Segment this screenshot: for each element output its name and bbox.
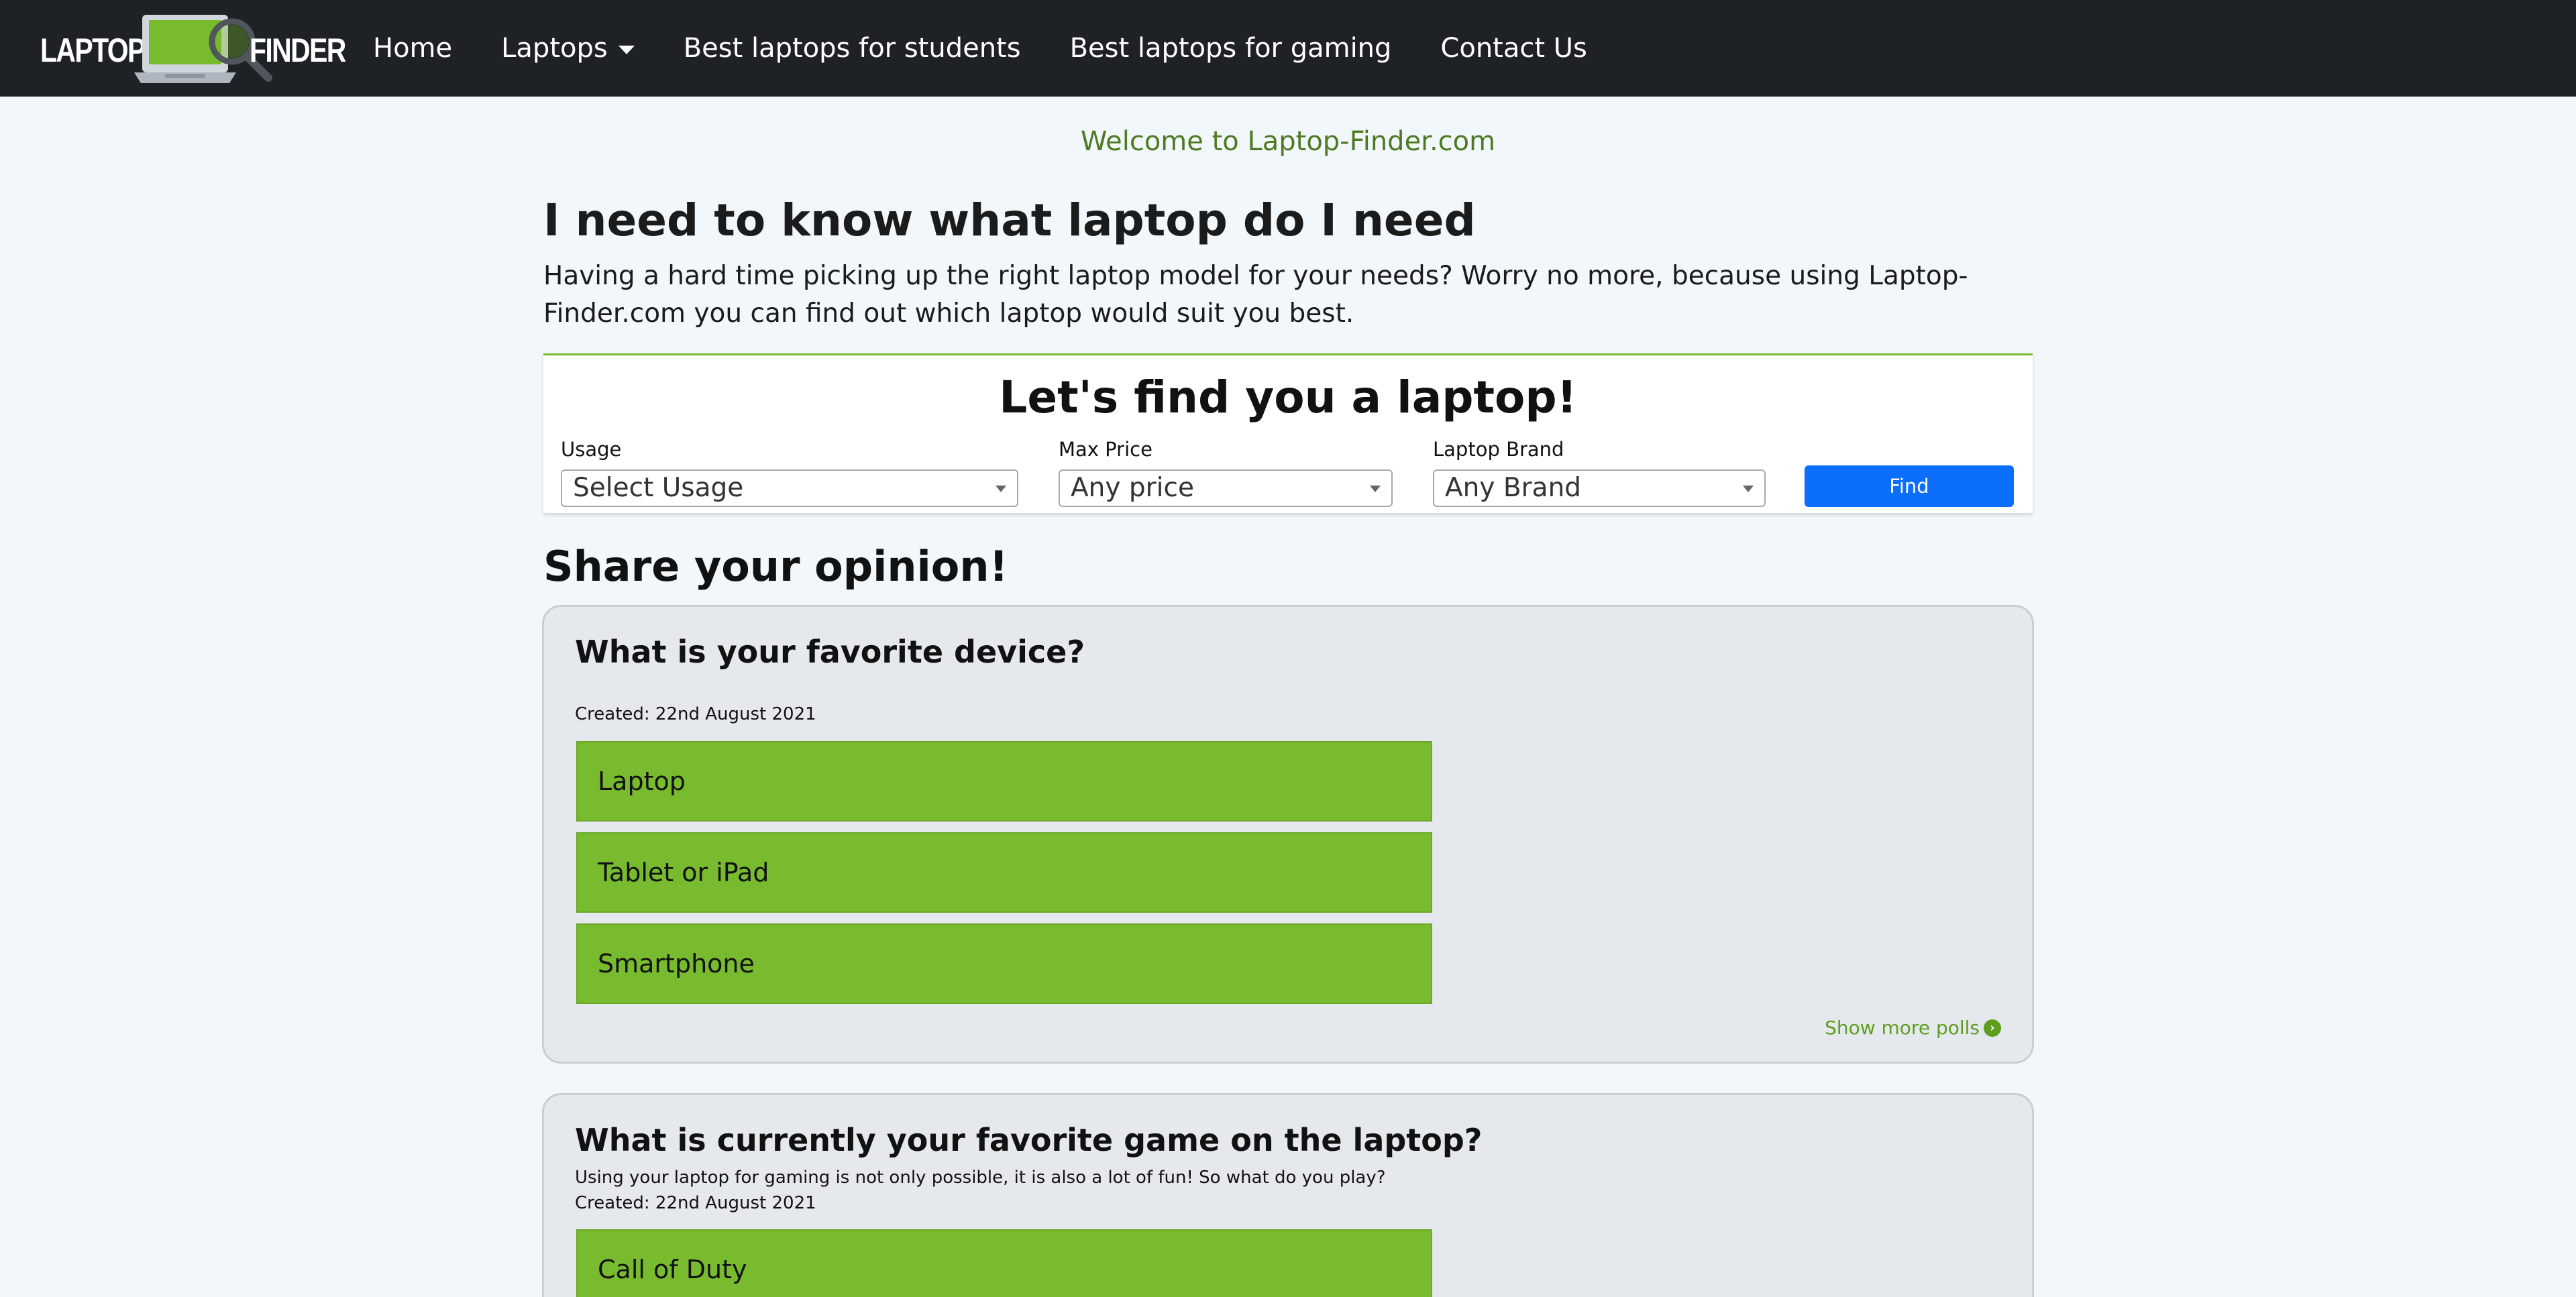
select-arrow-icon xyxy=(1370,486,1381,492)
poll-created-date: Created: 22nd August 2021 xyxy=(575,704,816,724)
chevron-circle-right-icon: › xyxy=(1984,1019,2001,1037)
poll-option-call-of-duty[interactable]: Call of Duty xyxy=(576,1229,1432,1297)
nav-home-label: Home xyxy=(373,33,453,64)
poll-card: What is currently your favorite game on … xyxy=(542,1093,2034,1297)
max-price-label: Max Price xyxy=(1059,438,1152,461)
page-title: I need to know what laptop do I need xyxy=(543,194,1476,246)
show-more-polls-link[interactable]: Show more polls › xyxy=(1825,1017,2001,1039)
intro-paragraph: Having a hard time picking up the right … xyxy=(543,261,1968,329)
poll-option-tablet[interactable]: Tablet or iPad xyxy=(576,832,1432,913)
poll-title: What is currently your favorite game on … xyxy=(575,1122,1483,1158)
nav-links: Home Laptops Best laptops for students B… xyxy=(373,0,1636,97)
welcome-text: Welcome to Laptop-Finder.com xyxy=(1080,126,1496,157)
nav-students-label: Best laptops for students xyxy=(683,33,1021,64)
caret-down-icon xyxy=(618,45,635,54)
poll-card: What is your favorite device? Created: 2… xyxy=(542,605,2034,1064)
nav-home-link[interactable]: Home xyxy=(373,33,452,64)
poll-option-laptop[interactable]: Laptop xyxy=(576,741,1432,822)
usage-select-value: Select Usage xyxy=(573,473,744,503)
nav-laptops-dropdown[interactable]: Laptops xyxy=(501,33,635,64)
select-arrow-icon xyxy=(996,486,1006,492)
show-more-polls-label: Show more polls xyxy=(1825,1017,1980,1039)
nav-students-link[interactable]: Best laptops for students xyxy=(684,33,1021,64)
nav-gaming-label: Best laptops for gaming xyxy=(1069,33,1392,64)
navbar: LAPTOP FINDER Home Laptops Best laptops … xyxy=(0,0,2576,97)
usage-label: Usage xyxy=(561,438,622,461)
brand-text-finder: FINDER xyxy=(250,32,346,69)
brand-text-laptop: LAPTOP xyxy=(40,32,146,69)
nav-contact-link[interactable]: Contact Us xyxy=(1440,33,1587,64)
poll-created-date: Created: 22nd August 2021 xyxy=(575,1193,816,1213)
max-price-select-value: Any price xyxy=(1071,473,1194,503)
laptop-brand-select[interactable]: Any Brand xyxy=(1433,469,1766,507)
finder-title: Let's find you a laptop! xyxy=(999,372,1577,423)
nav-gaming-link[interactable]: Best laptops for gaming xyxy=(1070,33,1392,64)
poll-option-smartphone[interactable]: Smartphone xyxy=(576,923,1432,1004)
share-opinion-heading: Share your opinion! xyxy=(543,542,1008,591)
laptop-brand-select-value: Any Brand xyxy=(1445,473,1582,503)
poll-title: What is your favorite device? xyxy=(575,634,1085,670)
nav-contact-label: Contact Us xyxy=(1440,33,1587,64)
laptop-finder-form: Let's find you a laptop! Usage Select Us… xyxy=(543,353,2033,513)
select-arrow-icon xyxy=(1743,486,1754,492)
find-button[interactable]: Find xyxy=(1805,465,2014,507)
max-price-select[interactable]: Any price xyxy=(1059,469,1393,507)
laptop-brand-label: Laptop Brand xyxy=(1433,438,1564,461)
usage-select[interactable]: Select Usage xyxy=(561,469,1018,507)
nav-laptops-label: Laptops xyxy=(501,33,608,64)
poll-description: Using your laptop for gaming is not only… xyxy=(575,1168,1386,1188)
